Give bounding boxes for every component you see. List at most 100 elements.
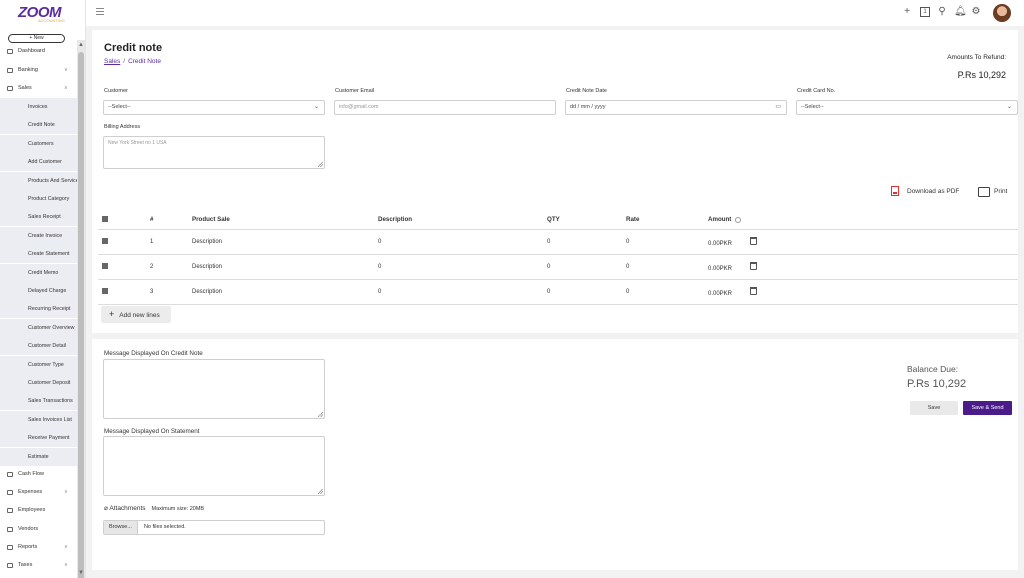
sidebar-item-expenses[interactable]: Expenses ∨ xyxy=(0,484,77,501)
sidebar-subitem[interactable]: Customer Deposit xyxy=(0,374,77,392)
drag-handle-icon[interactable] xyxy=(102,262,108,269)
resize-handle[interactable] xyxy=(318,162,323,167)
menu-icon[interactable] xyxy=(96,8,104,15)
sidebar-item-dashboard[interactable]: Dashboard xyxy=(0,43,77,60)
search-icon[interactable]: ⚲ xyxy=(937,7,947,17)
new-button[interactable]: + New xyxy=(8,34,65,43)
save-button[interactable]: Save xyxy=(910,401,958,415)
add-new-lines-button[interactable]: + Add new lines xyxy=(101,306,171,323)
credit-message-field[interactable] xyxy=(103,359,325,419)
sidebar-subitem[interactable]: Estimate xyxy=(0,447,77,466)
row-qty[interactable]: 0 xyxy=(547,279,626,305)
scrollbar-thumb[interactable] xyxy=(78,52,84,578)
row-description[interactable]: 0 xyxy=(378,254,547,280)
sidebar-item-taxes[interactable]: Taxes ∨ xyxy=(0,557,77,574)
avatar[interactable] xyxy=(993,4,1011,22)
row-qty[interactable]: 0 xyxy=(547,254,626,280)
credit-card-select[interactable]: --Select-- ⌄ xyxy=(796,100,1018,115)
card-label: Credit Card No. xyxy=(797,88,836,94)
calendar-icon[interactable]: 1 xyxy=(920,7,930,17)
doc-icon xyxy=(7,563,13,568)
row-rate[interactable]: 0 xyxy=(626,254,708,280)
row-description[interactable]: 0 xyxy=(378,279,547,305)
date-label: Credit Note Date xyxy=(566,88,607,94)
browse-button[interactable]: Browse... xyxy=(104,521,138,534)
sidebar-scrollbar[interactable]: ▲ ▼ xyxy=(77,40,85,578)
sidebar-subitem[interactable]: Sales Receipt xyxy=(0,208,77,227)
chevron-down-icon: ∨ xyxy=(64,562,68,568)
plus-icon[interactable]: + xyxy=(902,7,912,17)
breadcrumb-current: Credit Note xyxy=(128,58,161,65)
col-number: # xyxy=(150,211,192,230)
info-icon[interactable] xyxy=(735,216,742,223)
col-amount: Amount xyxy=(708,211,1018,230)
sidebar-subitem[interactable]: Sales Transactions xyxy=(0,392,77,411)
bell-icon[interactable]: 🔔︎ xyxy=(954,7,967,17)
row-rate[interactable]: 0 xyxy=(626,279,708,305)
scroll-down-icon[interactable]: ▼ xyxy=(78,570,84,576)
sidebar-subitem[interactable]: Create Statement xyxy=(0,245,77,264)
sidebar-item-cash-flow[interactable]: Cash Flow xyxy=(0,466,77,483)
drag-handle-icon[interactable] xyxy=(102,237,108,244)
sidebar-item-sales[interactable]: Sales ∧ xyxy=(0,80,77,97)
table-row: 2 Description 0 0 0 0.00PKR xyxy=(98,254,1018,280)
customer-select[interactable]: --Select-- ⌄ xyxy=(103,100,325,115)
drag-handle[interactable] xyxy=(98,279,150,305)
statement-message-field[interactable] xyxy=(103,436,325,496)
resize-handle[interactable] xyxy=(318,412,323,417)
date-field[interactable]: dd / mm / yyyy ▭ xyxy=(565,100,787,115)
row-product[interactable]: Description xyxy=(192,229,378,255)
email-field[interactable]: info@gmail.com xyxy=(334,100,556,115)
save-send-button[interactable]: Save & Send xyxy=(963,401,1012,415)
brand-logo[interactable]: ZOOM ACCOUNTING xyxy=(18,4,70,26)
trash-icon[interactable] xyxy=(750,286,758,295)
sidebar-subitem[interactable]: Customer Detail xyxy=(0,337,77,356)
drag-handle[interactable] xyxy=(98,229,150,255)
sidebar-subitem[interactable]: Product Category xyxy=(0,190,77,208)
sidebar-subitem[interactable]: Products And Services xyxy=(0,171,77,190)
row-number: 1 xyxy=(150,229,192,255)
sidebar-item-vendors[interactable]: Vendors xyxy=(0,521,77,538)
sidebar-subitem[interactable]: Invoices xyxy=(0,98,77,116)
gear-icon[interactable]: ⚙ xyxy=(971,7,981,17)
sidebar-subitem[interactable]: Credit Note xyxy=(0,116,77,135)
resize-handle[interactable] xyxy=(318,489,323,494)
sidebar-subitem[interactable]: Customer Overview xyxy=(0,318,77,337)
billing-address-field[interactable]: New York Street no 1 USA xyxy=(103,136,325,169)
download-pdf-button[interactable]: Download as PDF xyxy=(907,188,959,195)
chevron-up-icon: ∧ xyxy=(64,85,68,91)
file-input[interactable]: Browse... No files selected. xyxy=(103,520,325,535)
row-qty[interactable]: 0 xyxy=(547,229,626,255)
sidebar-subitem[interactable]: Credit Memo xyxy=(0,263,77,282)
calendar-icon[interactable]: ▭ xyxy=(775,101,781,114)
user-icon xyxy=(7,508,13,513)
sidebar-subitem[interactable]: Add Customer xyxy=(0,153,77,172)
scroll-up-icon[interactable]: ▲ xyxy=(78,42,84,48)
grid-icon xyxy=(102,215,108,222)
sidebar-subitem[interactable]: Customer Type xyxy=(0,355,77,374)
print-icon[interactable] xyxy=(978,187,990,197)
print-button[interactable]: Print xyxy=(994,188,1007,195)
sidebar-subitem[interactable]: Create Invoice xyxy=(0,226,77,245)
sidebar-subitem[interactable]: Recurring Receipt xyxy=(0,300,77,319)
row-rate[interactable]: 0 xyxy=(626,229,708,255)
row-product[interactable]: Description xyxy=(192,254,378,280)
drag-handle-icon[interactable] xyxy=(102,287,108,294)
drag-handle[interactable] xyxy=(98,254,150,280)
pdf-icon[interactable] xyxy=(891,186,899,196)
sidebar-subitem[interactable]: Delayed Charge xyxy=(0,282,77,300)
sidebar-subitem[interactable]: Customers xyxy=(0,134,77,153)
sidebar-item-employees[interactable]: Employees xyxy=(0,502,77,519)
sidebar-subitem[interactable]: Receive Payment xyxy=(0,429,77,448)
sidebar-item-banking[interactable]: Banking ∨ xyxy=(0,62,77,79)
trash-icon[interactable] xyxy=(750,261,758,270)
credit-note-card: Credit note Sales / Credit Note Amounts To… xyxy=(92,30,1018,570)
breadcrumb-sales-link[interactable]: Sales xyxy=(104,58,120,65)
sidebar-item-reports[interactable]: Reports ∨ xyxy=(0,539,77,556)
trash-icon[interactable] xyxy=(750,236,758,245)
row-amount: 0.00PKR xyxy=(708,254,1018,280)
row-description[interactable]: 0 xyxy=(378,229,547,255)
sidebar-subitem[interactable]: Sales Invoices List xyxy=(0,410,77,429)
bank-icon xyxy=(7,68,13,73)
row-product[interactable]: Description xyxy=(192,279,378,305)
